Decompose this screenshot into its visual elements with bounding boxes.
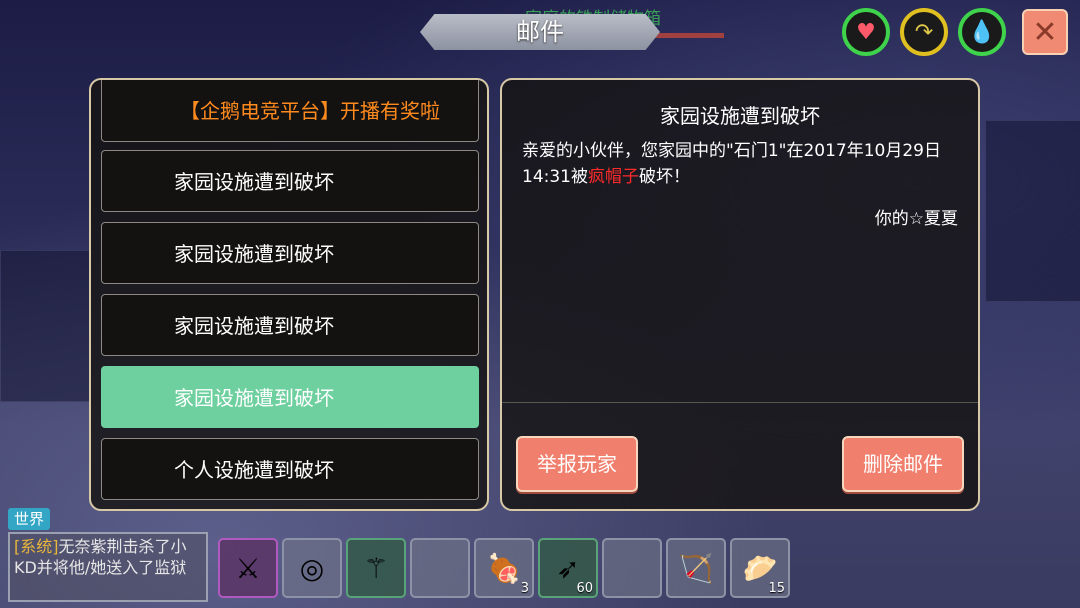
hotbar-slot[interactable] — [602, 538, 662, 598]
hotbar-slot[interactable]: 🏹 — [666, 538, 726, 598]
hunger-icon: ↷ — [900, 8, 948, 56]
mail-body-text: 亲爱的小伙伴，您家园中的"石门1"在2017年10月29日 14:31被 — [522, 141, 941, 187]
mail-list: 【企鹅电竞平台】开播有奖啦 家园设施遭到破坏 家园设施遭到破坏 家园设施遭到破坏… — [89, 78, 489, 511]
bow-icon: 🏹 — [678, 551, 714, 585]
mail-body-text-end: 破坏！ — [639, 167, 690, 187]
scene-wall-right — [985, 120, 1080, 302]
mail-detail-title: 家园设施遭到破坏 — [660, 104, 820, 128]
mail-item[interactable]: 家园设施遭到破坏 — [101, 294, 479, 356]
mail-signature: 你的☆夏夏 — [874, 209, 958, 229]
attacker-name: 疯帽子 — [588, 167, 639, 187]
heart-icon: ♥ — [842, 8, 890, 56]
mail-item[interactable]: 家园设施遭到破坏 — [101, 222, 479, 284]
spear-icon: ⚔ — [235, 551, 261, 585]
staff-icon: ⚚ — [363, 551, 389, 585]
page-title: 邮件 — [516, 18, 564, 46]
hotbar-slot[interactable]: ⚚ — [346, 538, 406, 598]
meat-icon: 🍖 — [486, 551, 522, 585]
hotbar-slot[interactable]: 🥟 15 — [730, 538, 790, 598]
hotbar-slot[interactable]: 🍖 3 — [474, 538, 534, 598]
mail-item[interactable]: 家园设施遭到破坏 — [101, 150, 479, 212]
close-button[interactable]: ✕ — [1022, 9, 1068, 55]
mail-detail-panel: 家园设施遭到破坏 亲爱的小伙伴，您家园中的"石门1"在2017年10月29日 1… — [500, 78, 980, 511]
item-count: 3 — [520, 581, 529, 596]
mail-item-selected[interactable]: 家园设施遭到破坏 — [101, 366, 479, 428]
hotbar-slot[interactable] — [410, 538, 470, 598]
arrow-icon: ➶ — [556, 551, 580, 585]
hotbar-slot[interactable]: ➶ 60 — [538, 538, 598, 598]
chat-box[interactable]: [系统]无奈紫荆击杀了小KD并将他/她送入了监狱 — [8, 532, 208, 602]
world-channel-tab[interactable]: 世界 — [8, 508, 51, 530]
report-player-button[interactable]: 举报玩家 — [516, 436, 638, 492]
water-icon: 💧 — [958, 8, 1006, 56]
dumpling-icon: 🥟 — [742, 551, 778, 585]
hotbar-slot[interactable]: ⚔ — [218, 538, 278, 598]
hotbar-slot[interactable]: ◎ — [282, 538, 342, 598]
mail-item[interactable]: 【企鹅电竞平台】开播有奖啦 — [101, 80, 479, 142]
mail-detail-body: 亲爱的小伙伴，您家园中的"石门1"在2017年10月29日 14:31被疯帽子破… — [522, 138, 962, 190]
disc-icon: ◎ — [299, 551, 325, 585]
item-count: 15 — [768, 581, 785, 596]
storage-health-bar — [652, 33, 724, 38]
mail-item[interactable]: 个人设施遭到破坏 — [101, 438, 479, 500]
delete-mail-button[interactable]: 删除邮件 — [842, 436, 964, 492]
item-count: 60 — [576, 581, 593, 596]
divider — [502, 402, 978, 403]
scene-wall-left — [0, 250, 92, 402]
system-tag: [系统] — [14, 537, 59, 556]
